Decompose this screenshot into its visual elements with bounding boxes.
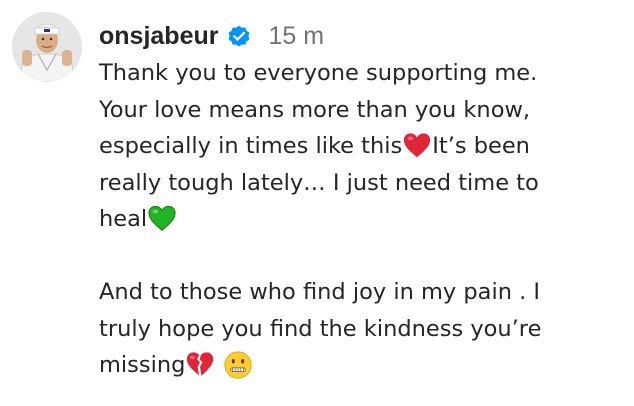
caption-text: really tough lately… I just need time to (99, 169, 539, 196)
caption-line: truly hope you find the kindness you’re (99, 311, 629, 348)
caption-text: And to those who find joy in my pain . I (99, 279, 541, 305)
caption-line: especially in times like this It’s been (99, 128, 629, 165)
avatar[interactable] (12, 12, 82, 82)
username[interactable]: onsjabeur (99, 22, 218, 51)
green-heart-icon (147, 204, 177, 234)
caption-text: Thank you to everyone supporting me. (99, 60, 538, 86)
verified-badge-icon (226, 23, 252, 49)
comment-text: Thank you to everyone supporting me. You… (99, 55, 629, 384)
caption-text: Your love means more than you know, (99, 96, 531, 123)
caption-text: truly hope you find the kindness you’re (99, 315, 542, 342)
caption-text: It’s been (432, 133, 530, 159)
caption-text: missing (99, 352, 186, 378)
caption-line: heal (99, 201, 629, 238)
caption-line: And to those who find joy in my pain . I (99, 274, 629, 311)
caption-line: Thank you to everyone supporting me. (99, 55, 629, 92)
post-header: onsjabeur 15 m (99, 18, 324, 54)
broken-heart-icon (185, 350, 215, 380)
comment-post: onsjabeur 15 m Thank you to everyone sup… (0, 0, 634, 406)
avatar-image (12, 12, 82, 82)
timestamp: 15 m (268, 21, 325, 50)
caption-line: really tough lately… I just need time to (99, 165, 629, 202)
caption-line: Your love means more than you know, (99, 92, 629, 129)
caption-text: especially in times like this (99, 133, 403, 159)
caption-line: missing (99, 347, 629, 384)
caption-text: heal (99, 206, 148, 232)
red-heart-icon (402, 131, 432, 161)
zipper-mouth-face-icon (223, 350, 253, 380)
